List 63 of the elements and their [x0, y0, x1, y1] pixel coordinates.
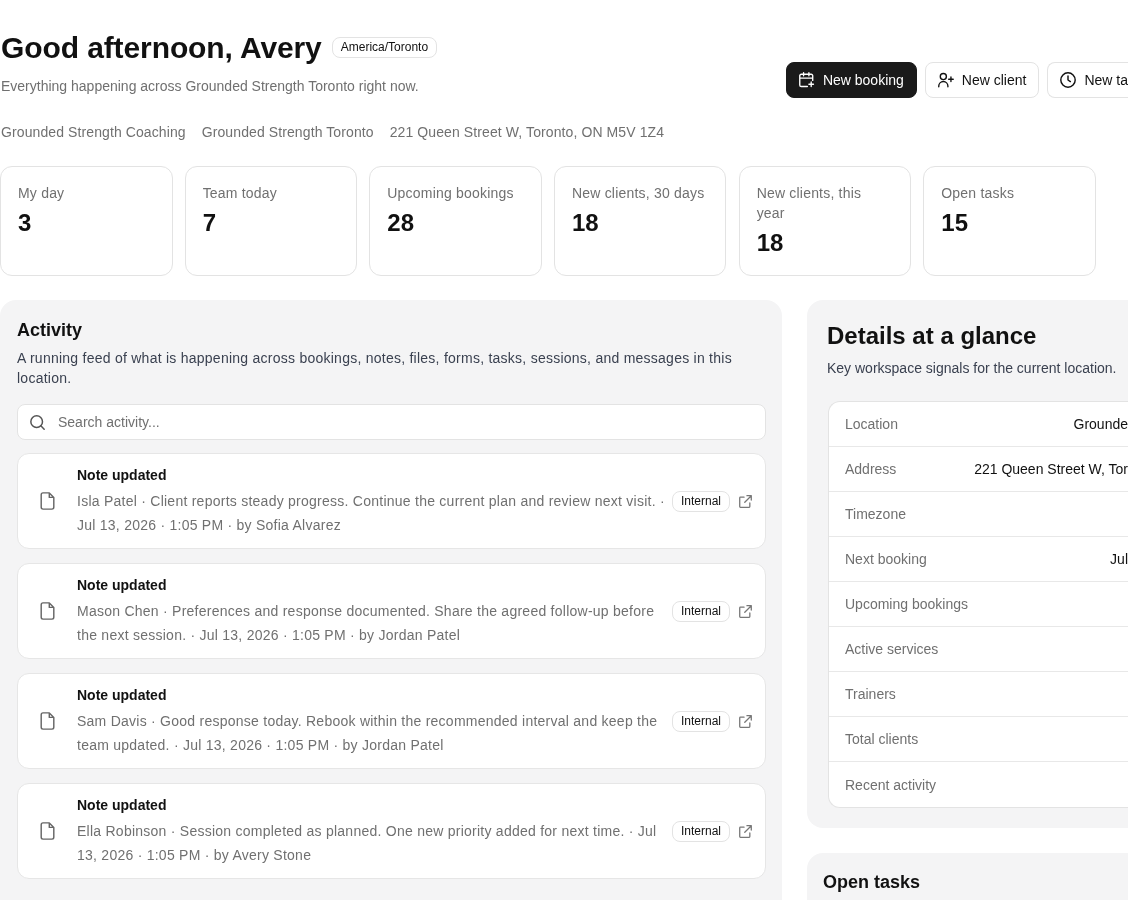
stat-value: 18	[756, 228, 785, 258]
stat-value: 15	[941, 208, 969, 238]
detail-label: Recent activity	[845, 776, 937, 793]
visibility-tag: Internal	[671, 490, 730, 512]
action-button[interactable]: New booking	[785, 62, 917, 98]
activity-item-title: Note updated	[77, 686, 168, 705]
activity-item-text: Ella Robinson · Session completed as planned. One new priority added for next time. · Jul 13, 2026 · 1:05 PM · by Avery Stone	[77, 822, 658, 865]
activity-item-title: Note updated	[77, 466, 168, 485]
stat-label: New clients, this year	[756, 184, 863, 223]
activity-item-text: Isla Patel · Client reports steady progress. Continue the current plan and review next visit. · Jul 13, 2026 · 1:05 PM · by Sofia Alvarez	[77, 492, 666, 535]
stat-label: My day	[18, 184, 66, 203]
detail-label: Trainers	[845, 686, 896, 702]
external-link-icon[interactable]	[739, 714, 752, 728]
detail-label: Timezone	[845, 506, 906, 522]
detail-label: Upcoming bookings	[845, 596, 968, 612]
stat-label: New clients, 30 days	[571, 184, 706, 203]
document-icon	[40, 712, 55, 730]
detail-label: Next booking	[845, 551, 927, 567]
document-icon	[40, 602, 55, 620]
person-plus-icon	[937, 72, 954, 88]
detail-label: Active services	[845, 641, 939, 657]
details-description: Key workspace signals for the current location.	[827, 359, 1118, 378]
visibility-tag: Internal	[671, 600, 730, 622]
address-text: 221 Queen Street W, Toronto, ON M5V 1Z4	[389, 123, 665, 142]
detail-label: Address	[845, 461, 897, 477]
clock-icon	[1060, 72, 1077, 88]
location-name: Grounded Strength Toronto	[201, 123, 374, 142]
stat-label: Upcoming bookings	[387, 184, 515, 203]
stat-label: Team today	[202, 184, 279, 203]
visibility-tag: Internal	[671, 820, 730, 842]
stat-value: 7	[202, 208, 217, 238]
action-button[interactable]: New client	[924, 62, 1040, 98]
visibility-tag: Internal	[671, 710, 730, 732]
activity-item-text: Mason Chen · Preferences and response documented. Share the agreed follow-up before the next session. · Jul 13, 2026 · 1:05 PM · by Jordan Patel	[77, 602, 656, 645]
stat-value: 3	[18, 208, 33, 238]
external-link-icon[interactable]	[739, 604, 752, 618]
detail-value: Grounde	[1073, 416, 1128, 432]
stat-value: 28	[387, 208, 415, 238]
organization-name: Grounded Strength Coaching	[1, 123, 186, 142]
calendar-plus-icon	[798, 72, 815, 88]
search-field[interactable]: Search activity...	[17, 404, 766, 440]
activity-title: Activity	[17, 319, 84, 342]
action-button[interactable]: New ta	[1047, 62, 1128, 98]
timezone-badge: America/Toronto	[331, 36, 438, 58]
activity-item-text: Sam Davis · Good response today. Rebook within the recommended interval and keep the team updated. · Jul 13, 2026 · 1:05 PM · by Jordan Patel	[77, 712, 659, 755]
external-link-icon[interactable]	[739, 494, 752, 508]
external-link-icon[interactable]	[739, 824, 752, 838]
activity-item-title: Note updated	[77, 796, 168, 815]
details-title: Details at a glance	[827, 321, 1038, 351]
detail-label: Location	[845, 416, 898, 432]
activity-item-title: Note updated	[77, 576, 168, 595]
open-tasks-title: Open tasks	[823, 871, 922, 894]
document-icon	[40, 822, 55, 840]
search-icon	[30, 415, 45, 430]
stat-value: 18	[571, 208, 600, 238]
document-icon	[40, 492, 55, 510]
stat-label: Open tasks	[941, 184, 1016, 203]
detail-value: Jul	[1110, 551, 1128, 567]
detail-value: 221 Queen Street W, Tor	[974, 461, 1128, 477]
page-subtitle: Everything happening across Grounded Strength Toronto right now.	[1, 77, 420, 96]
detail-label: Total clients	[845, 731, 919, 747]
page-title: Good afternoon, Avery	[1, 30, 322, 66]
activity-description: A running feed of what is happening across bookings, notes, files, forms, tasks, sessions, and messages in this location.	[17, 349, 733, 388]
